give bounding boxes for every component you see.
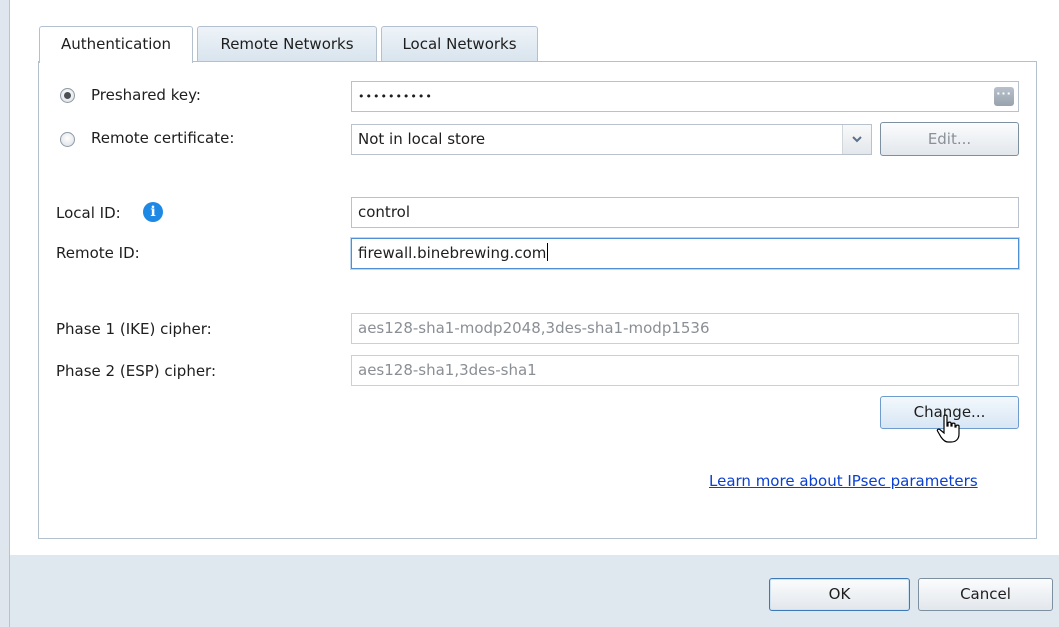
preshared-key-value: ••••••••••: [358, 90, 433, 103]
reveal-key-button[interactable]: ···: [994, 87, 1014, 106]
local-id-field[interactable]: control: [351, 197, 1019, 228]
edit-certificate-button[interactable]: Edit...: [880, 122, 1019, 156]
ok-button[interactable]: OK: [769, 578, 910, 611]
phase1-cipher-field: aes128-sha1-modp2048,3des-sha1-modp1536: [351, 313, 1019, 344]
phase2-cipher-field: aes128-sha1,3des-sha1: [351, 355, 1019, 386]
text-caret: [547, 243, 549, 261]
cancel-button[interactable]: Cancel: [918, 578, 1053, 611]
chevron-down-icon[interactable]: [842, 125, 871, 154]
preshared-key-field[interactable]: •••••••••• ···: [351, 81, 1019, 112]
hand-cursor-icon: [936, 414, 960, 443]
info-icon[interactable]: i: [143, 202, 163, 222]
remote-certificate-value: Not in local store: [358, 130, 486, 148]
panel-content: Preshared key: •••••••••• ··· Remote cer…: [0, 0, 1059, 627]
phase2-cipher-label: Phase 2 (ESP) cipher:: [56, 362, 217, 380]
remote-certificate-label: Remote certificate:: [91, 129, 235, 147]
preshared-key-radio[interactable]: [60, 88, 75, 103]
phase1-cipher-label: Phase 1 (IKE) cipher:: [56, 320, 212, 338]
remote-certificate-select[interactable]: Not in local store: [351, 124, 872, 155]
local-id-label: Local ID:: [56, 204, 121, 222]
remote-id-field[interactable]: firewall.binebrewing.com: [351, 238, 1019, 269]
remote-certificate-radio[interactable]: [60, 132, 75, 147]
preshared-key-label: Preshared key:: [91, 86, 201, 104]
remote-id-value: firewall.binebrewing.com: [358, 244, 547, 262]
remote-id-label: Remote ID:: [56, 244, 140, 262]
learn-more-link[interactable]: Learn more about IPsec parameters: [709, 472, 978, 490]
